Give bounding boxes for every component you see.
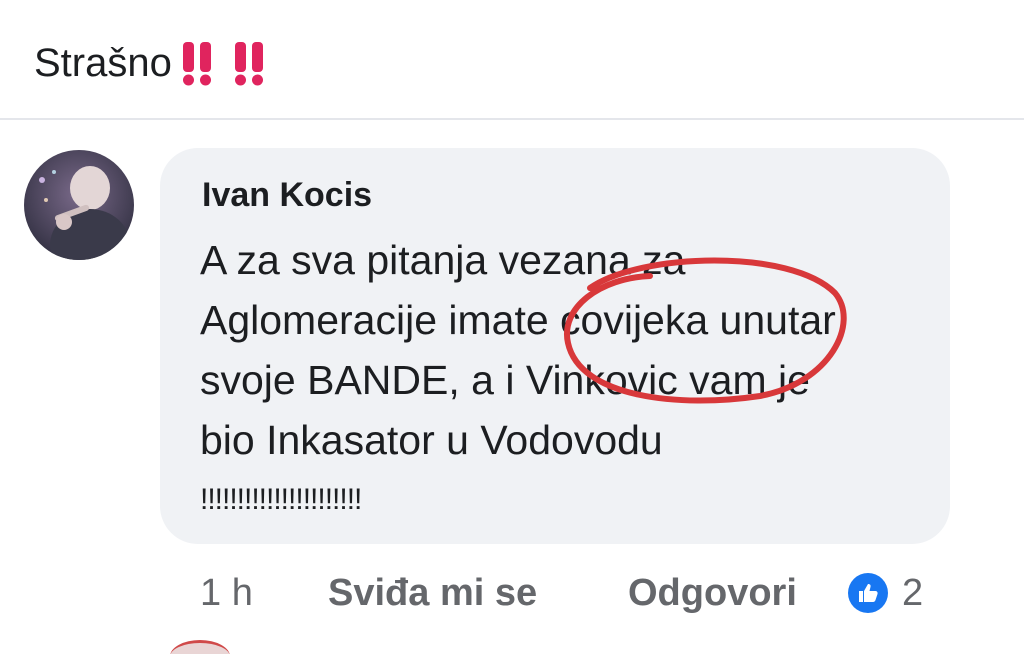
comment-line: !!!!!!!!!!!!!!!!!!!!!! [200, 483, 362, 516]
highlight-circle [563, 257, 847, 404]
avatar[interactable] [24, 150, 134, 260]
avatar-photo [24, 150, 134, 260]
comment-author[interactable]: Ivan Kocis [202, 176, 372, 215]
comment-line: bio Inkasator u Vodovodu [200, 417, 663, 463]
double-exclamation-group [178, 40, 268, 86]
comment-actions: 1 h Sviđa mi se Odgovori 2 [200, 568, 923, 618]
like-icon[interactable] [848, 573, 888, 613]
post-text: Strašno [34, 40, 268, 86]
divider [0, 118, 1024, 120]
thumbs-up-glyph [859, 584, 878, 602]
reply-button[interactable]: Odgovori [628, 572, 848, 615]
post-text-label: Strašno [34, 40, 172, 85]
double-exclamation-icon [182, 42, 211, 86]
comment-bubble: Ivan Kocis A za sva pitanja vezana za Ag… [160, 148, 950, 544]
like-button[interactable]: Sviđa mi se [328, 572, 628, 615]
reaction-count: 2 [902, 571, 924, 614]
double-exclamation-icon [234, 42, 263, 86]
next-comment-avatar[interactable] [170, 640, 230, 654]
comment-time[interactable]: 1 h [200, 572, 328, 615]
screenshot: Strašno Ivan Kocis A za sva pitanja veza… [0, 0, 1024, 654]
